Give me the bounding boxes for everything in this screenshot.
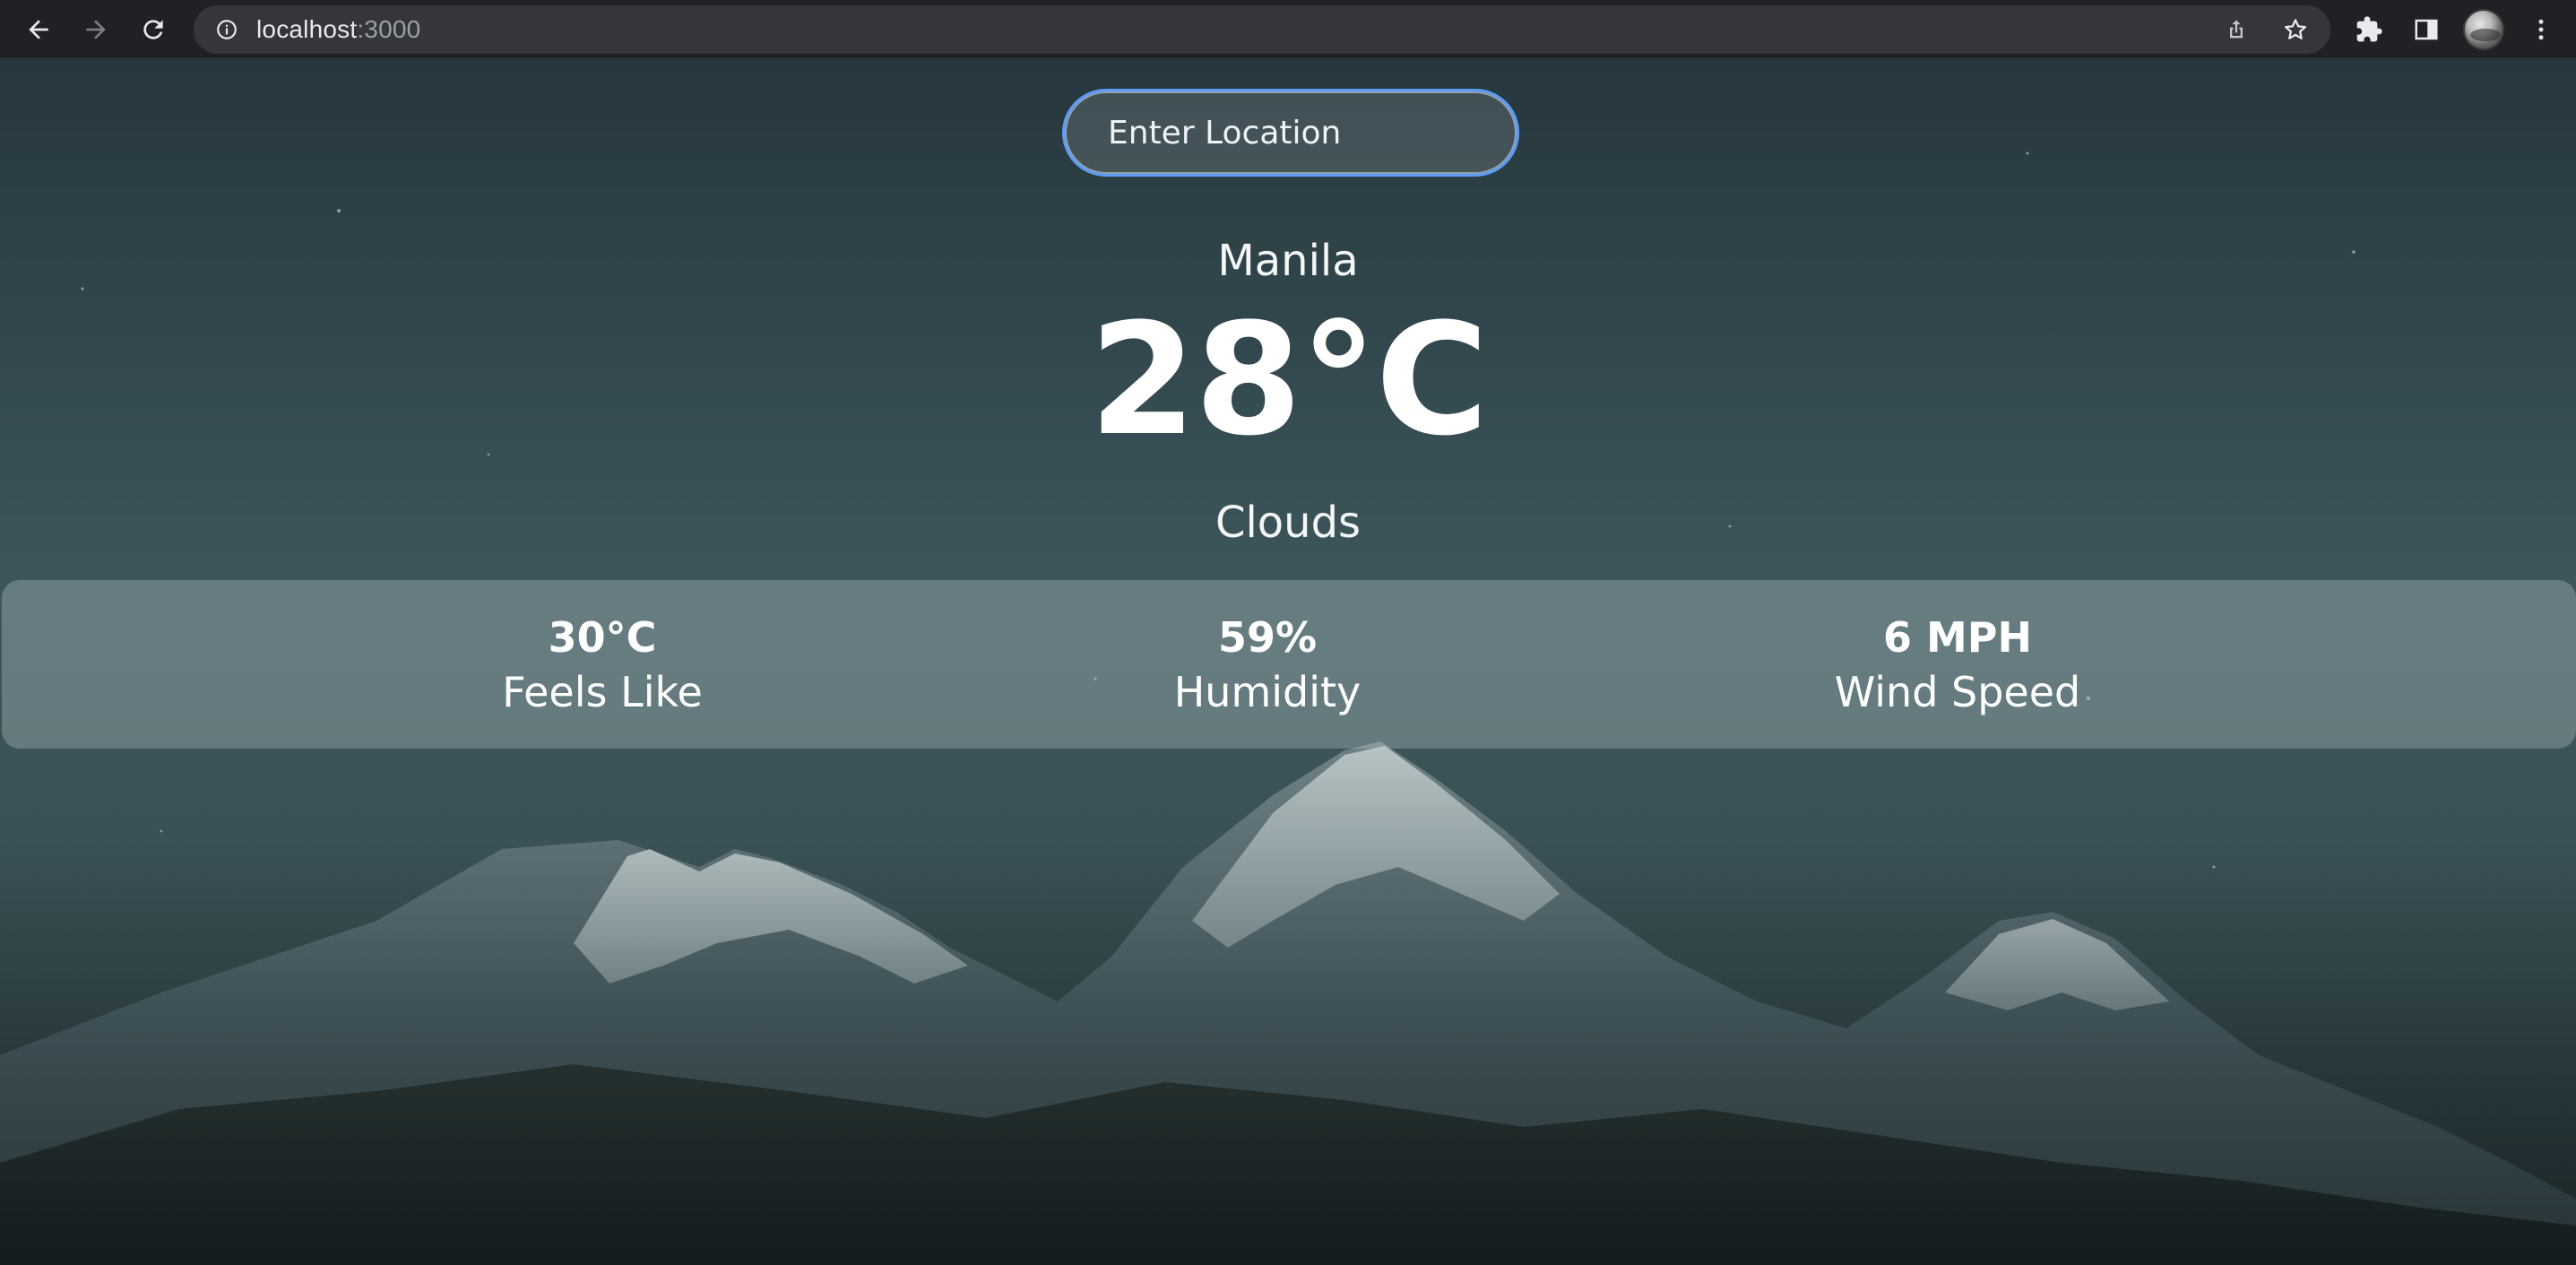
humidity-stat: 59% Humidity	[1088, 611, 1447, 720]
forward-button[interactable]	[73, 7, 118, 52]
kebab-menu-icon	[2538, 19, 2544, 40]
url-text: localhost:3000	[256, 15, 420, 44]
profile-avatar[interactable]	[2463, 9, 2504, 50]
current-temperature: 28°C	[1089, 290, 1489, 470]
back-button[interactable]	[16, 7, 61, 52]
url-host: localhost	[256, 15, 358, 43]
wind-speed-value: 6 MPH	[1882, 613, 2032, 662]
star-icon	[2285, 19, 2306, 39]
reload-button[interactable]	[131, 7, 176, 52]
weather-condition: Clouds	[1215, 498, 1361, 548]
arrow-right-icon	[86, 20, 106, 39]
browser-toolbar: localhost:3000	[0, 0, 2576, 59]
extensions-button[interactable]	[2347, 7, 2391, 52]
share-icon	[2230, 20, 2243, 39]
page-viewport: Manila 28°C Clouds 30°C Feels Like 59% H…	[0, 60, 2576, 1265]
browser-menu-button[interactable]	[2519, 7, 2563, 52]
bookmark-button[interactable]	[2275, 9, 2316, 50]
info-icon[interactable]	[215, 18, 238, 41]
feels-like-label: Feels Like	[502, 668, 703, 716]
location-name: Manila	[1217, 236, 1359, 286]
feels-like-value: 30°C	[548, 613, 657, 662]
wind-speed-stat: 6 MPH Wind Speed	[1778, 611, 2137, 720]
share-button[interactable]	[2216, 9, 2257, 50]
weather-stats-panel: 30°C Feels Like 59% Humidity 6 MPH Wind …	[2, 580, 2576, 749]
side-panel-button[interactable]	[2404, 7, 2449, 52]
humidity-label: Humidity	[1173, 668, 1361, 716]
wind-speed-label: Wind Speed	[1834, 668, 2081, 716]
puzzle-icon	[2356, 16, 2382, 42]
feels-like-stat: 30°C Feels Like	[423, 611, 782, 720]
side-panel-icon	[2415, 19, 2438, 40]
humidity-value: 59%	[1217, 613, 1318, 662]
location-search	[1062, 89, 1519, 177]
url-port: :3000	[357, 15, 421, 43]
location-input[interactable]	[1062, 89, 1519, 177]
arrow-left-icon	[29, 20, 48, 39]
address-bar[interactable]: localhost:3000	[194, 5, 2330, 54]
reload-icon	[143, 20, 163, 39]
